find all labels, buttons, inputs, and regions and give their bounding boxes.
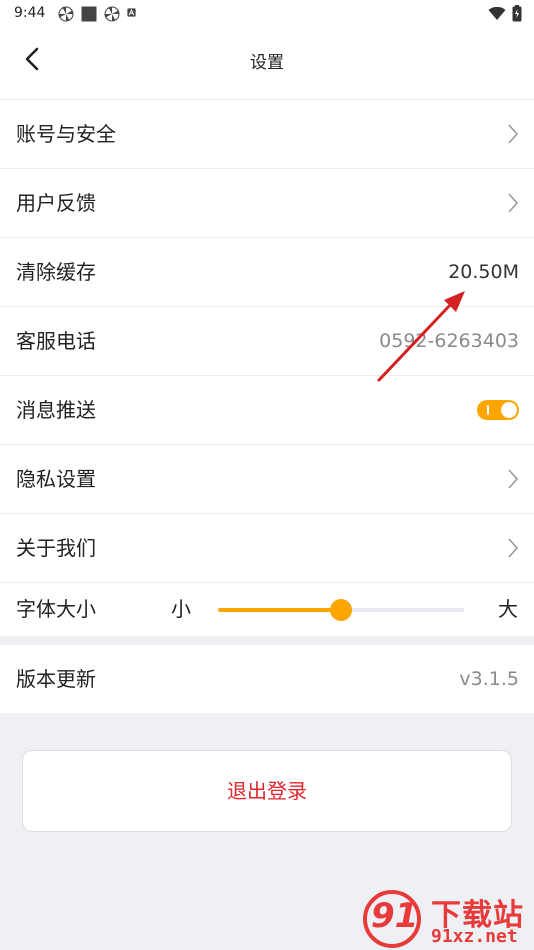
row-label: 客服电话 — [16, 329, 96, 353]
pinwheel-icon — [58, 6, 74, 22]
font-size-large-label: 大 — [498, 597, 518, 621]
battery-icon — [512, 5, 522, 22]
settings-row-customer-phone[interactable]: 客服电话 0592-6263403 — [0, 307, 534, 376]
chevron-right-icon — [508, 193, 519, 213]
settings-row-privacy[interactable]: 隐私设置 — [0, 445, 534, 514]
row-label: 清除缓存 — [16, 260, 96, 284]
toggle-on-mark — [487, 405, 489, 415]
a-badge-icon — [127, 8, 136, 17]
slider-thumb[interactable] — [330, 599, 352, 621]
font-size-small-label: 小 — [171, 597, 191, 621]
logout-button[interactable]: 退出登录 — [22, 750, 512, 832]
square-icon — [81, 6, 97, 22]
status-bar: 9:44 — [0, 0, 534, 28]
page-title: 设置 — [250, 53, 284, 73]
toggle-knob — [501, 402, 517, 418]
status-icons-right — [488, 5, 522, 22]
slider-fill — [218, 608, 341, 612]
watermark-number: 91 — [371, 896, 419, 936]
row-label: 隐私设置 — [16, 467, 96, 491]
customer-phone-value: 0592-6263403 — [379, 330, 519, 352]
settings-row-version-update[interactable]: 版本更新 v3.1.5 — [0, 645, 534, 713]
push-toggle[interactable] — [477, 400, 519, 420]
status-icons-left — [58, 6, 139, 22]
row-label: 版本更新 — [16, 667, 96, 691]
pinwheel-icon — [104, 6, 120, 22]
chevron-right-icon — [508, 538, 519, 558]
row-label: 账号与安全 — [16, 122, 116, 146]
wifi-icon — [488, 6, 506, 20]
font-size-slider[interactable] — [218, 599, 464, 621]
row-label: 关于我们 — [16, 536, 96, 560]
row-label: 消息推送 — [16, 398, 96, 422]
chevron-right-icon — [508, 124, 519, 144]
chevron-right-icon — [508, 469, 519, 489]
settings-row-account[interactable]: 账号与安全 — [0, 100, 534, 169]
settings-row-clear-cache[interactable]: 清除缓存 20.50M — [0, 238, 534, 307]
status-time: 9:44 — [14, 5, 46, 21]
settings-row-font-size: 字体大小 小 大 — [0, 583, 534, 636]
settings-row-about[interactable]: 关于我们 — [0, 514, 534, 583]
watermark-url: 91xz.net — [431, 926, 518, 947]
nav-bar: 设置 — [0, 28, 534, 100]
settings-row-push-notifications: 消息推送 — [0, 376, 534, 445]
watermark-logo: 91 下载站 91xz.net — [363, 888, 534, 950]
settings-row-feedback[interactable]: 用户反馈 — [0, 169, 534, 238]
version-value: v3.1.5 — [459, 668, 519, 690]
row-label: 字体大小 — [16, 597, 96, 621]
cache-size-value: 20.50M — [448, 261, 519, 283]
settings-list: 账号与安全 用户反馈 清除缓存 20.50M 客服电话 0592-6263403… — [0, 100, 534, 636]
row-label: 用户反馈 — [16, 191, 96, 215]
